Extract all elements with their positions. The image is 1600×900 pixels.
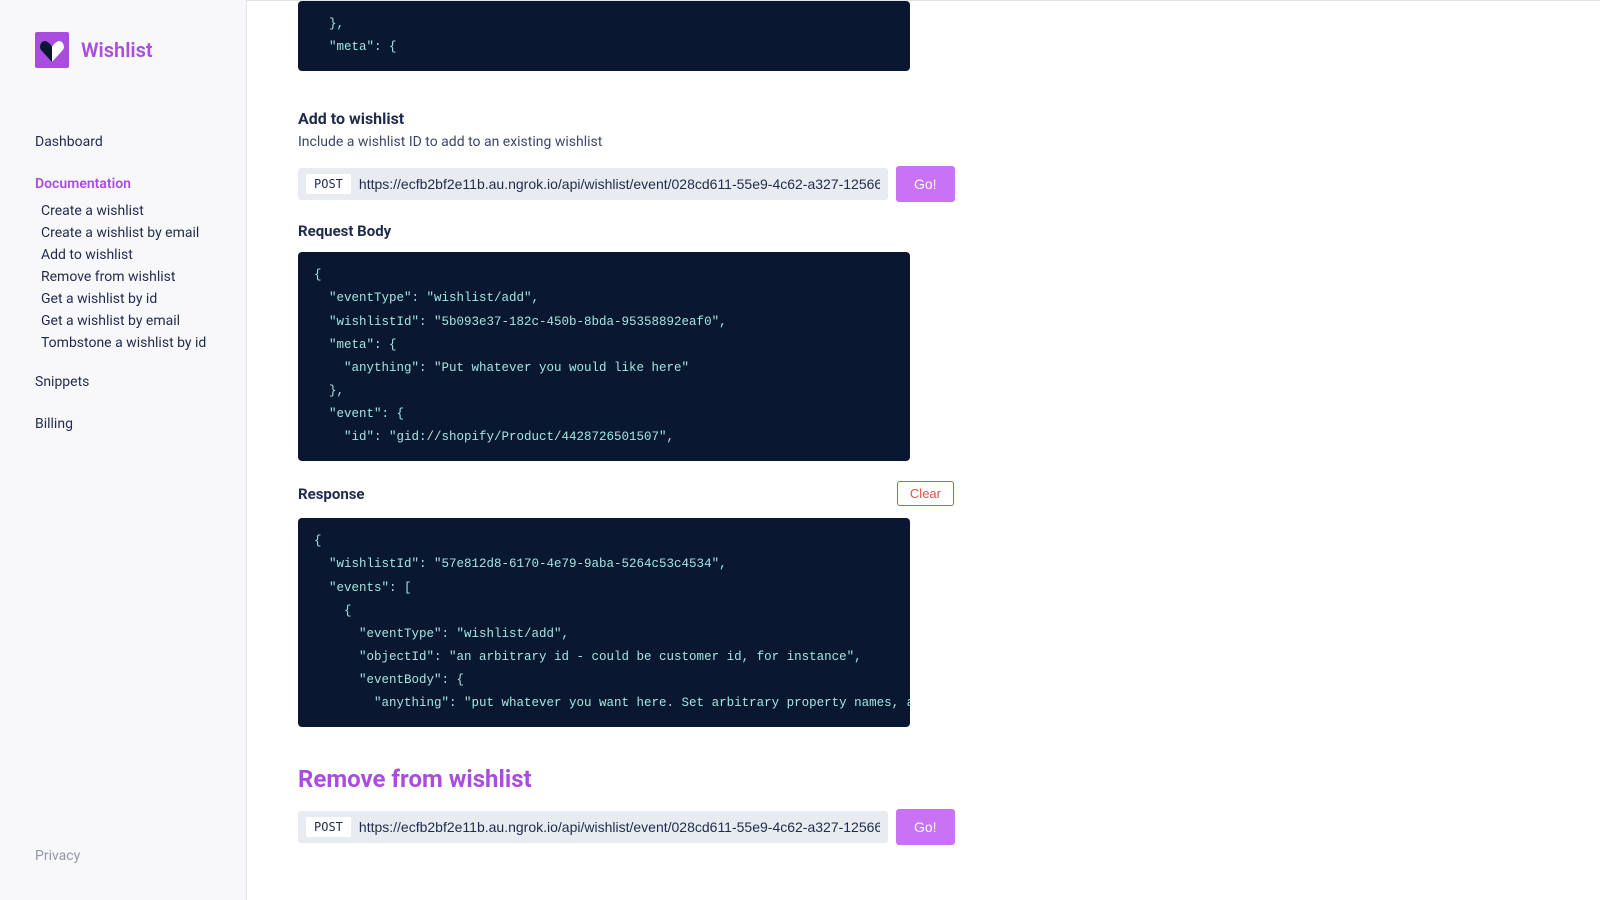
main[interactable]: }, "meta": { Add to wishlist Include a w… [247,0,1600,900]
sidebar: Wishlist Dashboard Documentation Create … [0,0,247,900]
brand-name: Wishlist [81,38,153,62]
nav-dashboard[interactable]: Dashboard [35,128,246,156]
remove-url: https://ecfb2bf2e11b.au.ngrok.io/api/wis… [359,819,880,835]
nav-snippets[interactable]: Snippets [35,368,246,396]
add-title: Add to wishlist [298,109,954,128]
remove-endpoint-row: POST https://ecfb2bf2e11b.au.ngrok.io/ap… [298,809,954,845]
section-add: Add to wishlist Include a wishlist ID to… [298,109,954,727]
clear-button[interactable]: Clear [897,481,954,506]
add-response-code: { "wishlistId": "57e812d8-6170-4e79-9aba… [298,518,910,727]
sidebar-footer: Privacy [0,848,246,900]
nav-doc-get-email[interactable]: Get a wishlist by email [41,310,246,332]
add-url: https://ecfb2bf2e11b.au.ngrok.io/api/wis… [359,176,880,192]
remove-go-button[interactable]: Go! [896,809,955,845]
nav-doc-tombstone[interactable]: Tombstone a wishlist by id [41,332,246,354]
nav-documentation[interactable]: Documentation [35,170,246,198]
remove-method: POST [306,817,351,837]
nav-doc-sub: Create a wishlist Create a wishlist by e… [35,200,246,354]
brand[interactable]: Wishlist [0,32,246,68]
nav-doc-create-email[interactable]: Create a wishlist by email [41,222,246,244]
remove-endpoint-bar: POST https://ecfb2bf2e11b.au.ngrok.io/ap… [298,811,888,843]
remove-title: Remove from wishlist [298,765,954,793]
privacy-link[interactable]: Privacy [35,848,246,864]
nav-doc-remove[interactable]: Remove from wishlist [41,266,246,288]
nav: Dashboard Documentation Create a wishlis… [0,128,246,438]
add-endpoint-bar: POST https://ecfb2bf2e11b.au.ngrok.io/ap… [298,168,888,200]
section-remove: Remove from wishlist POST https://ecfb2b… [298,765,954,845]
add-desc: Include a wishlist ID to add to an exist… [298,134,954,150]
nav-billing[interactable]: Billing [35,410,246,438]
add-response-row: Response Clear [298,481,954,506]
nav-doc-get-id[interactable]: Get a wishlist by id [41,288,246,310]
add-request-label: Request Body [298,222,954,240]
add-go-button[interactable]: Go! [896,166,955,202]
nav-doc-create[interactable]: Create a wishlist [41,200,246,222]
add-endpoint-row: POST https://ecfb2bf2e11b.au.ngrok.io/ap… [298,166,954,202]
add-method: POST [306,174,351,194]
add-response-label: Response [298,485,365,503]
nav-doc-add[interactable]: Add to wishlist [41,244,246,266]
add-request-code: { "eventType": "wishlist/add", "wishlist… [298,252,910,461]
heart-logo-icon [35,32,69,68]
code-block-top: }, "meta": { [298,1,910,71]
